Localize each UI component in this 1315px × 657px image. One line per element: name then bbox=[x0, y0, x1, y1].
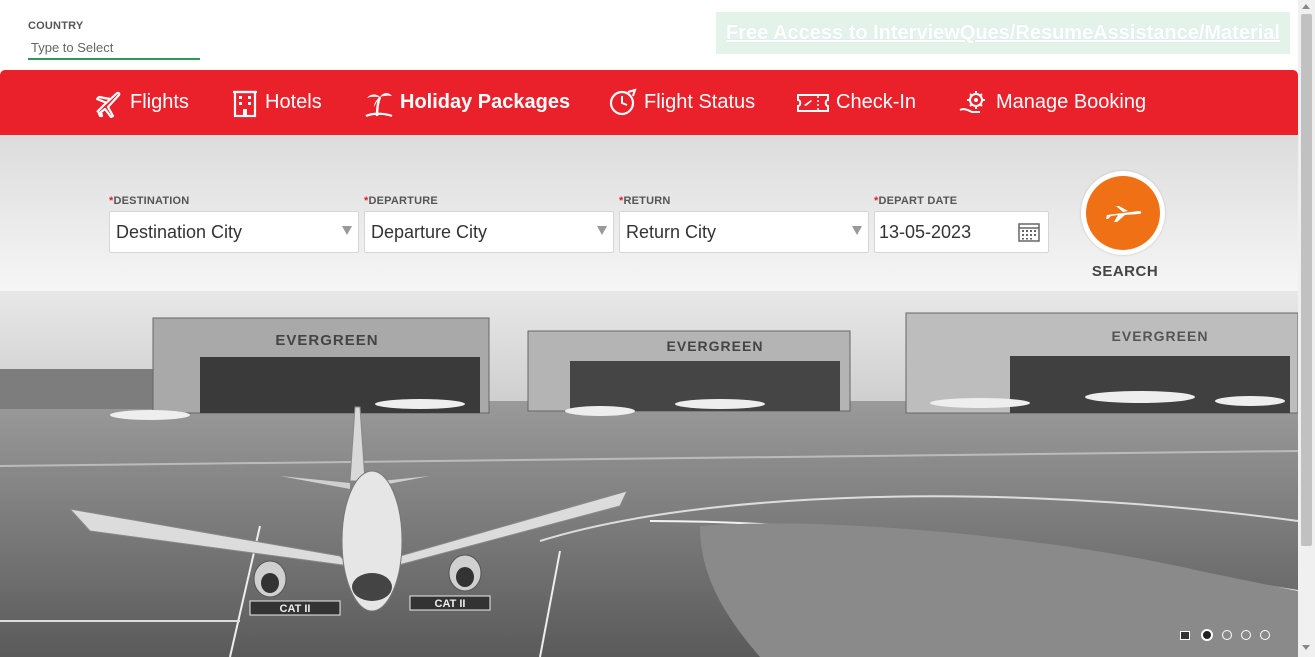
search-button[interactable] bbox=[1081, 171, 1165, 255]
airport-hangar-photo: EVERGREEN EVERGREEN EVERGREEN CAT II CAT… bbox=[0, 291, 1298, 657]
departure-select[interactable]: Departure City bbox=[364, 211, 614, 253]
nav-label: Flights bbox=[130, 91, 189, 113]
clock-plane-icon bbox=[609, 88, 637, 115]
search-button-label: SEARCH bbox=[1091, 263, 1159, 280]
nav-label: Check-In bbox=[836, 91, 917, 113]
top-bar: COUNTRY Free Access to InterviewQues/Res… bbox=[0, 0, 1298, 70]
carousel-pagination bbox=[1180, 629, 1270, 641]
vertical-scrollbar[interactable] bbox=[1298, 0, 1315, 657]
scroll-thumb[interactable] bbox=[1301, 14, 1312, 546]
palm-tree-icon bbox=[365, 92, 393, 117]
nav-item-hotels[interactable]: Hotels bbox=[231, 70, 322, 135]
destination-field: *DESTINATION Destination City bbox=[109, 195, 359, 253]
departure-field: *DEPARTURE Departure City bbox=[364, 195, 614, 253]
country-label: COUNTRY bbox=[28, 20, 84, 32]
carousel-dot[interactable] bbox=[1222, 630, 1232, 640]
page: COUNTRY Free Access to InterviewQues/Res… bbox=[0, 0, 1315, 657]
pause-icon[interactable] bbox=[1180, 630, 1190, 640]
scroll-up-arrow-icon[interactable] bbox=[1302, 4, 1310, 9]
nav-item-manage-booking[interactable]: Manage Booking bbox=[958, 70, 1146, 135]
promo-link[interactable]: Free Access to InterviewQues/ResumeAssis… bbox=[726, 22, 1280, 45]
destination-value: Destination City bbox=[116, 221, 243, 242]
promo-banner: Free Access to InterviewQues/ResumeAssis… bbox=[716, 12, 1290, 54]
departure-value: Departure City bbox=[371, 221, 488, 242]
airplane-icon bbox=[1106, 206, 1142, 222]
country-input[interactable] bbox=[28, 36, 200, 60]
nav-item-flights[interactable]: Flights bbox=[94, 70, 189, 135]
country-selector: COUNTRY bbox=[28, 20, 200, 60]
search-form: *DESTINATION Destination City *DEPARTURE… bbox=[0, 135, 1298, 291]
main-nav: Flights Hotels Holiday Packages Flight S… bbox=[0, 70, 1298, 135]
return-field: *RETURN Return City bbox=[619, 195, 869, 253]
depart-date-label: DEPART DATE bbox=[878, 195, 958, 207]
return-select[interactable]: Return City bbox=[619, 211, 869, 253]
airplane-icon bbox=[95, 91, 121, 118]
gear-hand-icon bbox=[959, 90, 985, 113]
departure-label: DEPARTURE bbox=[368, 195, 438, 207]
hangar-sign: EVERGREEN bbox=[1112, 328, 1209, 344]
carousel-dot[interactable] bbox=[1241, 630, 1251, 640]
hangar-sign: EVERGREEN bbox=[275, 332, 378, 349]
nav-label: Flight Status bbox=[644, 91, 756, 113]
hotel-building-icon bbox=[233, 90, 257, 117]
nav-label: Hotels bbox=[265, 91, 322, 113]
chevron-down-icon bbox=[852, 226, 862, 235]
ticket-icon bbox=[797, 93, 829, 112]
carousel-dot[interactable] bbox=[1201, 629, 1213, 641]
chevron-down-icon bbox=[342, 226, 352, 235]
depart-date-input[interactable]: 13-05-2023 bbox=[874, 211, 1049, 253]
scroll-down-arrow-icon[interactable] bbox=[1302, 645, 1310, 650]
runway-marking: CAT II bbox=[435, 598, 466, 610]
nav-label: Manage Booking bbox=[996, 91, 1147, 113]
depart-date-value: 13-05-2023 bbox=[879, 221, 972, 242]
hangar-sign: EVERGREEN bbox=[667, 338, 764, 354]
runway-marking: CAT II bbox=[280, 603, 311, 615]
nav-item-check-in[interactable]: Check-In bbox=[796, 70, 916, 135]
hero-image: EVERGREEN EVERGREEN EVERGREEN CAT II CAT… bbox=[0, 291, 1298, 657]
destination-label: DESTINATION bbox=[113, 195, 190, 207]
destination-select[interactable]: Destination City bbox=[109, 211, 359, 253]
calendar-icon[interactable] bbox=[1018, 222, 1040, 242]
nav-item-holiday-packages[interactable]: Holiday Packages bbox=[364, 70, 570, 135]
chevron-down-icon bbox=[597, 226, 607, 235]
carousel-dot[interactable] bbox=[1260, 630, 1270, 640]
depart-date-field: *DEPART DATE 13-05-2023 bbox=[874, 195, 1049, 253]
return-label: RETURN bbox=[623, 195, 671, 207]
return-value: Return City bbox=[626, 221, 717, 242]
nav-label: Holiday Packages bbox=[400, 91, 571, 113]
nav-item-flight-status[interactable]: Flight Status bbox=[608, 70, 755, 135]
